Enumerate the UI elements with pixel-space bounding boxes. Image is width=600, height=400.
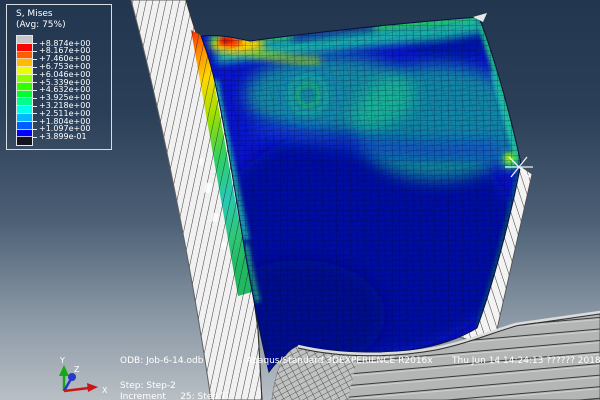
y-axis-label: Y bbox=[59, 356, 65, 365]
legend-subtitle: (Avg: 75%) bbox=[16, 20, 111, 31]
datetime-label: Thu Jun 14 14:24:13 ?????? 2018 bbox=[452, 356, 600, 367]
step-label: Step: Step-2 bbox=[120, 381, 176, 392]
axis-triad: Y Z X bbox=[40, 352, 120, 400]
legend-swatch bbox=[17, 52, 32, 60]
abaqus-viewport[interactable]: S, Mises (Avg: 75%) +8.874e+00+8.167e+00… bbox=[0, 0, 600, 400]
z-axis-head bbox=[68, 373, 76, 381]
legend-swatch bbox=[17, 36, 32, 44]
solver-label: Abaqus/Standard 3DEXPERIENCE R2016x bbox=[246, 356, 433, 367]
legend-swatches bbox=[16, 35, 33, 146]
x-axis-arrowhead bbox=[87, 383, 98, 392]
legend-swatch bbox=[17, 122, 32, 130]
legend-swatch bbox=[17, 67, 32, 75]
increment-label: Increment 25: Step Ti bbox=[120, 392, 229, 400]
legend-swatch bbox=[17, 91, 32, 99]
legend-swatch bbox=[17, 59, 32, 67]
legend-swatch bbox=[17, 98, 32, 106]
legend-swatch bbox=[17, 44, 32, 52]
z-axis-label: Z bbox=[74, 365, 80, 374]
x-axis-arrow bbox=[64, 388, 89, 391]
legend-swatch bbox=[17, 137, 32, 145]
x-axis-label: X bbox=[102, 386, 108, 395]
legend-value: +3.899e-01 bbox=[39, 133, 87, 141]
legend-title: S, Mises bbox=[16, 9, 111, 20]
legend-swatch bbox=[17, 130, 32, 138]
legend-panel: S, Mises (Avg: 75%) +8.874e+00+8.167e+00… bbox=[6, 4, 112, 150]
legend-swatch bbox=[17, 106, 32, 114]
legend-swatch bbox=[17, 75, 32, 83]
legend-swatch bbox=[17, 114, 32, 122]
odb-label: ODB: Job-6-14.odb bbox=[120, 356, 203, 367]
legend-swatch bbox=[17, 83, 32, 91]
y-axis-arrowhead bbox=[59, 365, 69, 376]
legend-colorbar: +8.874e+00+8.167e+00+7.460e+00+6.753e+00… bbox=[16, 35, 111, 146]
